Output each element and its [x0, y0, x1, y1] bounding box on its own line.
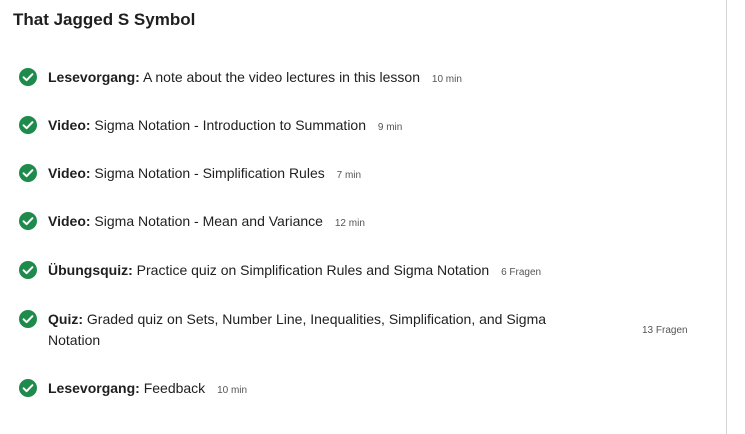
- item-duration: 10 min: [217, 385, 248, 396]
- check-circle-icon: [19, 212, 37, 230]
- item-duration: 13 Fragen: [642, 325, 688, 336]
- item-title: Sigma Notation - Introduction to Summati…: [94, 117, 366, 133]
- list-item-video-simplification[interactable]: Video: Sigma Notation - Simplification R…: [19, 163, 709, 186]
- module-title: That Jagged S Symbol: [13, 10, 196, 29]
- check-circle-icon: [19, 310, 37, 328]
- item-title: Sigma Notation - Simplification Rules: [94, 165, 325, 181]
- item-duration: 10 min: [431, 74, 462, 85]
- item-duration: 7 min: [336, 170, 362, 181]
- item-title: Practice quiz on Simplification Rules an…: [136, 262, 490, 278]
- item-duration: 12 min: [334, 218, 365, 229]
- item-type: Video:: [48, 117, 91, 133]
- list-item-video-mean-variance[interactable]: Video: Sigma Notation - Mean and Varianc…: [19, 211, 709, 234]
- item-duration: 6 Fragen: [501, 267, 542, 278]
- item-type: Lesevorgang:: [48, 69, 140, 85]
- list-item-video-introduction[interactable]: Video: Sigma Notation - Introduction to …: [19, 115, 709, 138]
- check-circle-icon: [19, 68, 37, 86]
- item-duration: 9 min: [377, 122, 403, 133]
- item-title: Sigma Notation - Mean and Variance: [94, 213, 323, 229]
- item-type: Übungsquiz:: [48, 262, 133, 278]
- item-type: Lesevorgang:: [48, 380, 140, 396]
- list-item-reading-feedback[interactable]: Lesevorgang: Feedback 10 min: [19, 378, 709, 401]
- check-circle-icon: [19, 261, 37, 279]
- item-title: Graded quiz on Sets, Number Line, Inequa…: [48, 311, 547, 348]
- list-item-graded-quiz[interactable]: Quiz: Graded quiz on Sets, Number Line, …: [19, 309, 709, 351]
- item-type: Quiz:: [48, 311, 83, 327]
- check-circle-icon: [19, 116, 37, 134]
- check-circle-icon: [19, 379, 37, 397]
- item-type: Video:: [48, 213, 91, 229]
- list-item-reading-note[interactable]: Lesevorgang: A note about the video lect…: [19, 67, 709, 90]
- item-title: A note about the video lectures in this …: [142, 69, 421, 85]
- module-panel: That Jagged S Symbol Lesevorgang: A note…: [0, 0, 727, 434]
- list-item-practice-quiz[interactable]: Übungsquiz: Practice quiz on Simplificat…: [19, 260, 709, 283]
- item-type: Video:: [48, 165, 91, 181]
- check-circle-icon: [19, 164, 37, 182]
- item-title: Feedback: [143, 380, 206, 396]
